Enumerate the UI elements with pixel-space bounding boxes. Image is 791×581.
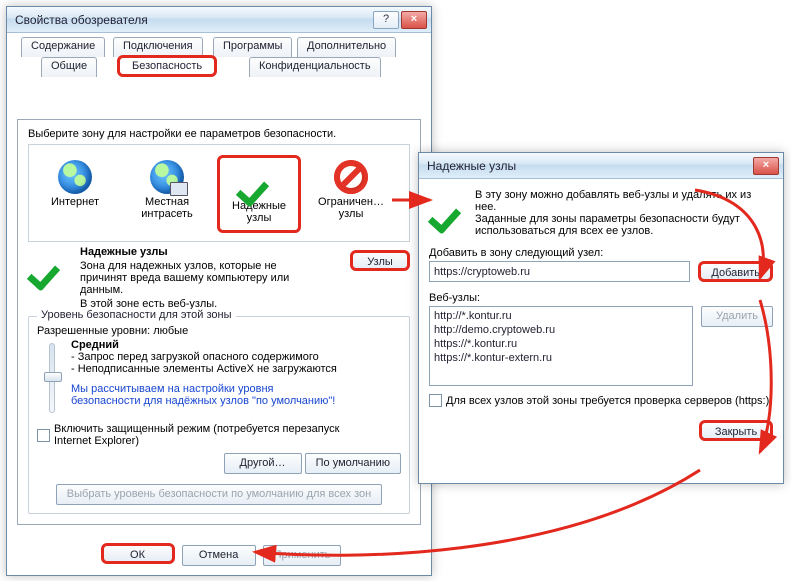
tab-privacy[interactable]: Конфиденциальность (249, 57, 381, 77)
remove-button[interactable]: Удалить (701, 306, 773, 327)
list-item[interactable]: https://*.kontur-extern.ru (432, 351, 690, 365)
require-https-label: Для всех узлов этой зоны требуется прове… (446, 395, 769, 407)
add-site-label: Добавить в зону следующий узел: (429, 247, 773, 259)
ok-button[interactable]: ОК (101, 543, 175, 564)
intro-line: В эту зону можно добавлять веб-узлы и уд… (475, 189, 773, 213)
intranet-icon (150, 160, 184, 194)
window-title: Надежные узлы (427, 159, 751, 173)
zone-restricted-label: Ограничен… узлы (312, 196, 390, 220)
list-item[interactable]: http://demo.cryptoweb.ru (432, 323, 690, 337)
cancel-button[interactable]: Отмена (182, 545, 256, 566)
zone-intranet[interactable]: Местная интрасеть (125, 155, 209, 233)
tab-general[interactable]: Общие (41, 57, 97, 77)
tab-connections[interactable]: Подключения (113, 37, 203, 57)
intro-line: использоваться для всех ее узлов. (475, 225, 773, 237)
protected-mode-checkbox[interactable]: Включить защищенный режим (потребуется п… (37, 423, 374, 447)
sites-button[interactable]: Узлы (350, 250, 410, 271)
security-slider[interactable] (49, 343, 55, 413)
trusted-heading: Надежные узлы (80, 246, 342, 258)
checkmark-icon (28, 246, 72, 284)
tab-programs[interactable]: Программы (213, 37, 292, 57)
list-item[interactable]: http://*.kontur.ru (432, 309, 690, 323)
tab-bar: Содержание Подключения Программы Дополни… (17, 37, 421, 79)
protected-mode-label: Включить защищенный режим (потребуется п… (54, 423, 374, 447)
trusted-desc-line: причинят вреда вашему компьютеру или (80, 272, 342, 284)
close-button[interactable]: × (753, 157, 779, 175)
note-line: Мы рассчитываем на настройки уровня (71, 383, 401, 395)
titlebar: Свойства обозревателя ? × (7, 7, 431, 33)
tab-panel-security: Выберите зону для настройки ее параметро… (17, 119, 421, 525)
intro-line: Заданные для зоны параметры безопасности… (475, 213, 773, 225)
apply-button[interactable]: Применить (263, 545, 342, 566)
zone-trusted[interactable]: Надежные узлы (217, 155, 301, 233)
group-legend: Уровень безопасности для этой зоны (37, 309, 236, 321)
trusted-sites-dialog: Надежные узлы × В эту зону можно добавля… (418, 152, 784, 484)
custom-level-button[interactable]: Другой… (224, 453, 302, 474)
default-level-button[interactable]: По умолчанию (305, 453, 401, 474)
globe-icon (58, 160, 92, 194)
forbidden-icon (334, 160, 368, 194)
level-bullet: - Запрос перед загрузкой опасного содерж… (71, 351, 401, 363)
internet-options-dialog: Свойства обозревателя ? × Содержание Под… (6, 6, 432, 576)
websites-label: Веб-узлы: (429, 292, 773, 304)
tab-advanced[interactable]: Дополнительно (297, 37, 396, 57)
note-line: безопасности для надёжных узлов "по умол… (71, 395, 401, 407)
checkmark-icon (237, 162, 281, 200)
tab-security[interactable]: Безопасность (117, 55, 217, 77)
zone-intranet-label: Местная интрасеть (128, 196, 206, 220)
require-https-checkbox[interactable]: Для всех узлов этой зоны требуется прове… (429, 394, 769, 407)
zone-restricted[interactable]: Ограничен… узлы (309, 155, 393, 233)
security-level-group: Уровень безопасности для этой зоны Разре… (28, 316, 410, 514)
level-bullet: - Неподписанные элементы ActiveX не загр… (71, 363, 401, 375)
reset-all-zones-button[interactable]: Выбрать уровень безопасности по умолчани… (56, 484, 382, 505)
zone-internet-label: Интернет (36, 196, 114, 208)
zone-trusted-label: Надежные узлы (222, 200, 296, 224)
list-item[interactable]: https://*.kontur.ru (432, 337, 690, 351)
window-title: Свойства обозревателя (15, 13, 371, 27)
zone-internet[interactable]: Интернет (33, 155, 117, 233)
trusted-desc-line: Зона для надежных узлов, которые не (80, 260, 342, 272)
tab-content[interactable]: Содержание (21, 37, 105, 57)
add-site-input[interactable] (429, 261, 690, 282)
allowed-levels: Разрешенные уровни: любые (37, 325, 401, 337)
checkmark-icon (429, 189, 473, 227)
help-button[interactable]: ? (373, 11, 399, 29)
close-dialog-button[interactable]: Закрыть (699, 420, 773, 441)
add-button[interactable]: Добавить (698, 261, 773, 282)
close-button[interactable]: × (401, 11, 427, 29)
level-name: Средний (71, 339, 119, 351)
trusted-desc-line: данным. (80, 284, 342, 296)
websites-listbox[interactable]: http://*.kontur.ru http://demo.cryptoweb… (429, 306, 693, 386)
zone-prompt: Выберите зону для настройки ее параметро… (28, 128, 410, 140)
titlebar: Надежные узлы × (419, 153, 783, 179)
